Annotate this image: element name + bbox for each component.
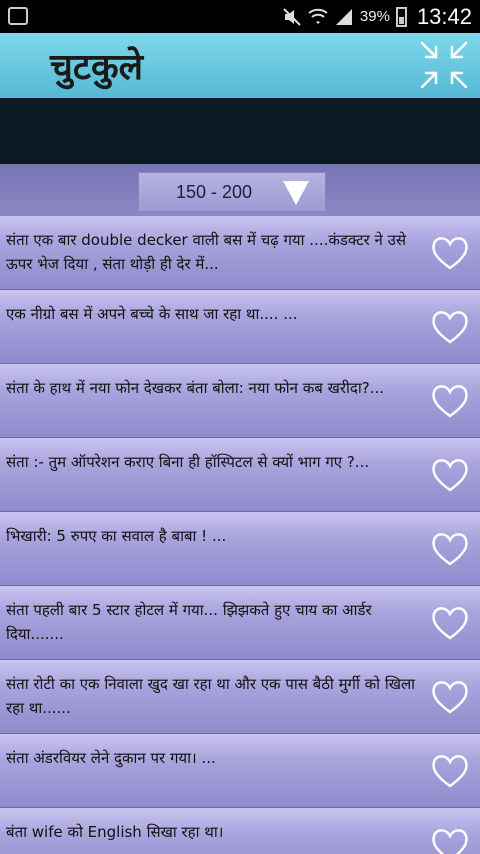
triangle-down-icon: [283, 181, 309, 205]
heart-icon[interactable]: [430, 825, 470, 854]
collapse-arrows-icon[interactable]: [416, 37, 472, 93]
list-item[interactable]: बंता wife को English सिखा रहा था।: [0, 808, 480, 854]
list-item[interactable]: संता अंडरवियर लेने दुकान पर गया। ...: [0, 734, 480, 808]
list-item[interactable]: संता रोटी का एक निवाला खुद खा रहा था और …: [0, 660, 480, 734]
app-title: चुटकुले: [50, 47, 144, 88]
app-notification-icon: [8, 7, 28, 25]
heart-icon[interactable]: [430, 381, 470, 421]
mute-icon: [283, 7, 301, 26]
wifi-icon: [308, 8, 328, 24]
heart-icon[interactable]: [430, 307, 470, 347]
joke-text: संता अंडरवियर लेने दुकान पर गया। ...: [6, 749, 216, 767]
joke-text: बंता wife को English सिखा रहा था।: [6, 823, 224, 841]
joke-text: संता :- तुम ऑपरेशन कराए बिना ही हॉस्पिटल…: [6, 453, 370, 471]
list-item[interactable]: संता :- तुम ऑपरेशन कराए बिना ही हॉस्पिटल…: [0, 438, 480, 512]
heart-icon[interactable]: [430, 603, 470, 643]
heart-icon[interactable]: [430, 751, 470, 791]
clock: 13:42: [416, 3, 472, 29]
list-item[interactable]: संता पहली बार 5 स्टार होटल में गया... झि…: [0, 586, 480, 660]
joke-text: संता रोटी का एक निवाला खुद खा रहा था और …: [6, 675, 416, 717]
joke-text: संता के हाथ में नया फोन देखकर बंता बोला:…: [6, 379, 385, 397]
heart-icon[interactable]: [430, 529, 470, 569]
list-item[interactable]: संता एक बार double decker वाली बस में चढ…: [0, 216, 480, 290]
heart-icon[interactable]: [430, 233, 470, 273]
heart-icon[interactable]: [430, 455, 470, 495]
joke-text: संता एक बार double decker वाली बस में चढ…: [6, 231, 406, 273]
signal-icon: [335, 8, 352, 25]
battery-percent: 39%: [359, 8, 390, 25]
range-selector[interactable]: 150 - 200: [138, 172, 326, 212]
list-item[interactable]: भिखारी: 5 रुपए का सवाल है बाबा ! ...: [0, 512, 480, 586]
status-bar: 39% 13:42: [0, 0, 480, 33]
battery-icon: [395, 6, 407, 27]
jokes-list: संता एक बार double decker वाली बस में चढ…: [0, 216, 480, 854]
joke-text: संता पहली बार 5 स्टार होटल में गया... झि…: [6, 601, 372, 643]
ad-banner: [0, 98, 480, 164]
list-item[interactable]: संता के हाथ में नया फोन देखकर बंता बोला:…: [0, 364, 480, 438]
app-header: चुटकुले: [0, 33, 480, 98]
range-label: 150 - 200: [175, 182, 253, 202]
list-item[interactable]: एक नीग्रो बस में अपने बच्चे के साथ जा रह…: [0, 290, 480, 364]
range-bar: 150 - 200: [0, 164, 480, 216]
joke-text: भिखारी: 5 रुपए का सवाल है बाबा ! ...: [6, 527, 227, 545]
joke-text: एक नीग्रो बस में अपने बच्चे के साथ जा रह…: [6, 305, 298, 323]
heart-icon[interactable]: [430, 677, 470, 717]
